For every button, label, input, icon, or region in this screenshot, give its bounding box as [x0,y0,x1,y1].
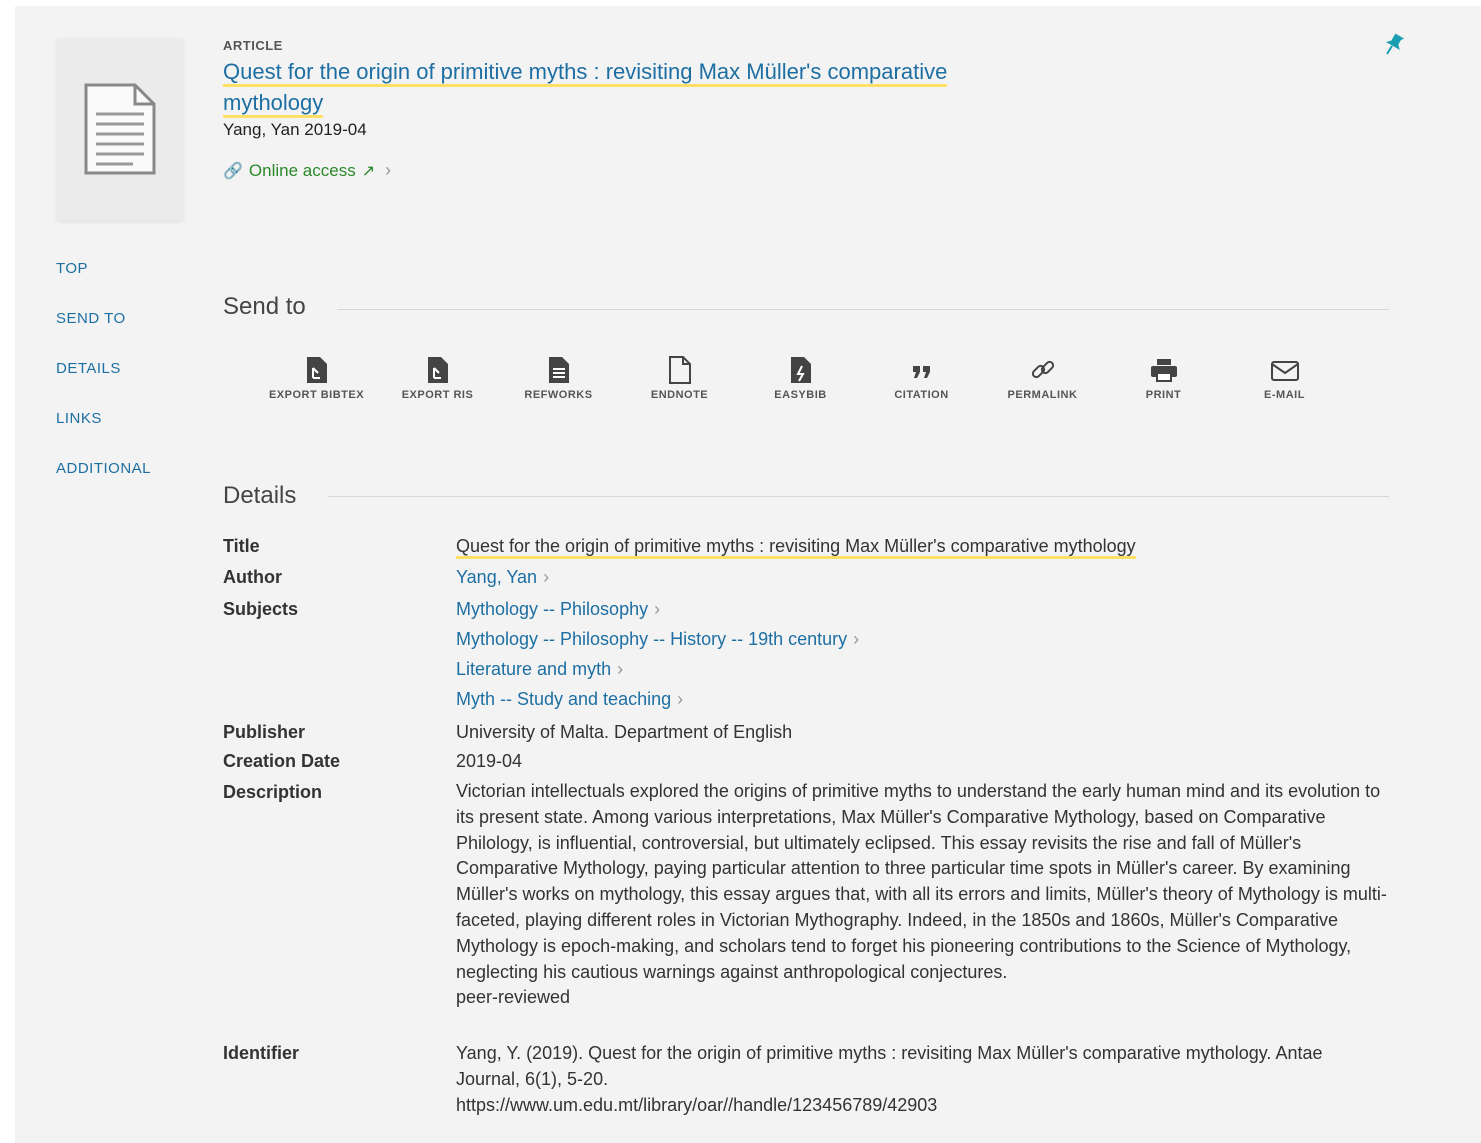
permalink-icon [1031,360,1054,379]
export-ris-button[interactable]: EXPORT RIS [377,356,498,401]
send-to-divider [337,309,1389,310]
publisher-label: Publisher [223,722,306,742]
subject-link[interactable]: Literature and myth › [456,659,623,679]
subject-item: Mythology -- Philosophy › [456,599,1391,620]
citation-icon [912,366,930,378]
refworks-button[interactable]: REFWORKS [498,356,619,401]
print-label: PRINT [1145,389,1182,401]
document-icon [84,83,156,175]
details-divider [328,496,1389,497]
record-title-link[interactable]: Quest for the origin of primitive myths … [223,56,1043,118]
export-bibtex-icon [306,357,327,383]
chevron-right-icon: › [677,689,684,709]
section-nav: TOP SEND TO DETAILS LINKS ADDITIONAL [56,258,151,508]
subject-item: Literature and myth › [456,659,1391,680]
email-button[interactable]: E-MAIL [1224,356,1345,401]
creation-date-label: Creation Date [223,751,341,771]
subject-item: Myth -- Study and teaching › [456,689,1391,710]
record-title-text[interactable]: Quest for the origin of primitive myths … [223,59,948,118]
subject-link-text[interactable]: Literature and myth [456,659,611,679]
description-text: Victorian intellectuals explored the ori… [456,781,1387,982]
chevron-right-icon: › [385,160,392,180]
nav-item-links[interactable]: LINKS [56,408,151,458]
subject-item: Mythology -- Philosophy -- History -- 19… [456,629,1391,650]
record-type: ARTICLE [223,38,283,53]
nav-item-send-to[interactable]: SEND TO [56,308,151,358]
easybib-icon [790,357,811,383]
chevron-right-icon: › [543,567,550,587]
link-icon: 🔗 [223,162,243,180]
online-access-link[interactable]: 🔗 Online access ↗ › [223,160,391,181]
publisher-value: University of Malta. Department of Engli… [456,722,793,742]
email-icon [1270,361,1299,381]
print-button[interactable]: PRINT [1103,356,1224,401]
chevron-right-icon: › [853,629,860,649]
export-ris-label: EXPORT RIS [401,389,474,401]
email-label: E-MAIL [1264,389,1305,401]
nav-item-details[interactable]: DETAILS [56,358,151,408]
export-bibtex-label: EXPORT BIBTEX [268,389,365,401]
identifier-label: Identifier [223,1043,300,1063]
subject-link-text[interactable]: Mythology -- Philosophy [456,599,648,619]
description-value: Victorian intellectuals explored the ori… [456,779,1391,1011]
pin-icon[interactable] [1384,32,1404,56]
export-ris-icon [427,357,448,383]
permalink-label: PERMALINK [1007,389,1078,401]
external-link-icon: ↗ [361,162,376,180]
permalink-button[interactable]: PERMALINK [982,356,1103,401]
details-heading: Details [223,482,297,509]
title-value-text: Quest for the origin of primitive myths … [456,536,1136,559]
nav-item-additional[interactable]: ADDITIONAL [56,458,151,508]
subjects-label: Subjects [223,599,299,619]
nav-item-top[interactable]: TOP [56,258,151,308]
author-link-text[interactable]: Yang, Yan [456,567,537,587]
creation-date-value: 2019-04 [456,751,523,771]
record-thumbnail [57,38,183,220]
subject-link[interactable]: Myth -- Study and teaching › [456,689,683,709]
chevron-right-icon: › [654,599,661,619]
description-note: peer-reviewed [456,987,571,1008]
record-byline: Yang, Yan 2019-04 [223,120,367,139]
citation-label: CITATION [894,389,949,401]
identifier-value: Yang, Y. (2019). Quest for the origin of… [456,1041,1391,1118]
author-label: Author [223,567,282,587]
endnote-label: ENDNOTE [650,389,709,401]
identifier-url: https://www.um.edu.mt/library/oar//handl… [456,1094,938,1115]
description-label: Description [223,782,323,802]
chevron-right-icon: › [617,659,624,679]
easybib-button[interactable]: EASYBIB [740,356,861,401]
title-label: Title [223,536,260,556]
send-to-actions: EXPORT BIBTEX EXPORT RIS REFWORKS ENDNOT… [256,356,1345,401]
send-to-heading: Send to [223,293,306,320]
author-link[interactable]: Yang, Yan › [456,567,549,587]
online-access-label[interactable]: Online access [249,161,356,181]
print-icon [1150,359,1177,382]
author-value: Yang, Yan › [456,567,1391,588]
export-bibtex-button[interactable]: EXPORT BIBTEX [256,356,377,401]
subject-link-text[interactable]: Mythology -- Philosophy -- History -- 19… [456,629,847,649]
endnote-button[interactable]: ENDNOTE [619,356,740,401]
citation-button[interactable]: CITATION [861,356,982,401]
endnote-icon [668,356,691,384]
refworks-icon [548,357,569,383]
title-value: Quest for the origin of primitive myths … [456,536,1391,559]
refworks-label: REFWORKS [524,389,593,401]
identifier-citation: Yang, Y. (2019). Quest for the origin of… [456,1043,1323,1089]
easybib-label: EASYBIB [774,389,827,401]
subject-link[interactable]: Mythology -- Philosophy › [456,599,660,619]
subject-link-text[interactable]: Myth -- Study and teaching [456,689,671,709]
subject-link[interactable]: Mythology -- Philosophy -- History -- 19… [456,629,859,649]
